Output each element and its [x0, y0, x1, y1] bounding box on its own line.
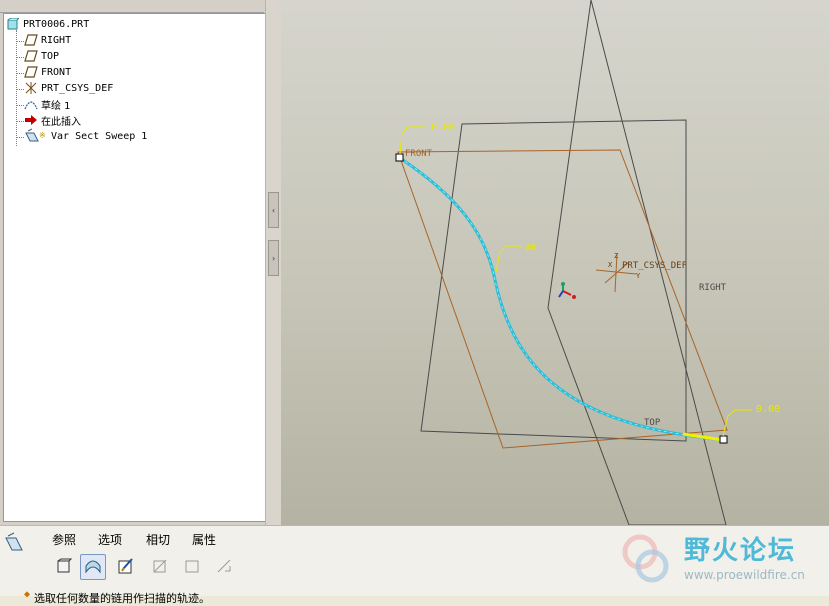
- datum-plane-icon: [24, 33, 38, 47]
- tree-item-var-sect-sweep[interactable]: ※ Var Sect Sweep 1: [24, 128, 147, 144]
- sketch-icon: [24, 97, 38, 111]
- thicken-button[interactable]: [180, 554, 204, 578]
- tree-item-label: 在此插入: [41, 116, 81, 128]
- tree-connector: [16, 89, 24, 90]
- csys-z-label: Z: [614, 252, 618, 260]
- tree-connector: [16, 137, 24, 138]
- csys-y-label: Y: [636, 272, 641, 280]
- mid-marker-label[interactable]: ##: [526, 243, 536, 252]
- tab-properties[interactable]: 属性: [192, 531, 216, 548]
- surface-button[interactable]: [80, 554, 106, 580]
- model-tree-panel: PRT0006.PRT RIGHT TOP FRONT PRT_CSYS_DEF: [0, 0, 268, 525]
- tree-item-label: TOP: [41, 50, 60, 62]
- model-tree: PRT0006.PRT RIGHT TOP FRONT PRT_CSYS_DEF: [3, 13, 266, 522]
- trajectory-start-point[interactable]: [395, 153, 404, 162]
- watermark-title: 野火论坛: [684, 536, 797, 566]
- datum-plane-icon: [24, 49, 38, 63]
- remove-material-button[interactable]: [148, 554, 172, 578]
- front-plane-label: FRONT: [405, 149, 433, 159]
- var-sect-sweep-dashboard-icon: [4, 532, 26, 554]
- svg-text:※: ※: [39, 131, 46, 140]
- datum-plane-icon: [24, 65, 38, 79]
- top-datum-plane[interactable]: [420, 119, 687, 442]
- var-sect-sweep-icon: ※: [24, 128, 48, 143]
- model-tree-header: [0, 0, 264, 13]
- tree-item-label: PRT0006.PRT: [23, 18, 90, 30]
- sketch-section-icon: [118, 558, 133, 574]
- chevron-right-icon: ›: [271, 253, 276, 263]
- tree-connector: [16, 41, 24, 42]
- coordinate-system-icon: [24, 81, 38, 95]
- status-message: 选取任何数量的链用作扫描的轨迹。: [34, 590, 210, 606]
- graphics-window[interactable]: FRONT RIGHT TOP X Z Y PRT_CSYS_DEF 0.00 …: [281, 0, 829, 525]
- tree-item-top[interactable]: TOP: [24, 48, 59, 64]
- tree-item-sketch[interactable]: 草绘 1: [24, 96, 71, 112]
- solid-button[interactable]: [52, 554, 76, 578]
- tab-references[interactable]: 参照: [52, 531, 76, 548]
- panel-splitter[interactable]: ‹ ›: [265, 0, 281, 525]
- watermark-url: www.proewildfire.cn: [684, 568, 805, 582]
- tree-connector: [16, 73, 24, 74]
- sweep-trajectory[interactable]: [399, 156, 724, 442]
- tree-item-part[interactable]: PRT0006.PRT: [6, 16, 89, 32]
- model-view[interactable]: FRONT RIGHT TOP X Z Y PRT_CSYS_DEF 0.00 …: [281, 0, 829, 525]
- tree-item-label: PRT_CSYS_DEF: [41, 82, 114, 94]
- tree-item-csys[interactable]: PRT_CSYS_DEF: [24, 80, 113, 96]
- thicken-icon: [185, 560, 199, 573]
- remove-material-icon: [153, 559, 167, 573]
- end-dimension-value[interactable]: 0.00: [756, 404, 780, 415]
- csys-x-label: X: [608, 261, 613, 269]
- right-plane-label: RIGHT: [699, 283, 727, 293]
- tree-item-right[interactable]: RIGHT: [24, 32, 71, 48]
- csys-glyph[interactable]: X Z Y: [595, 252, 641, 293]
- no-tool-icon: [217, 559, 231, 573]
- tab-options[interactable]: 选项: [98, 531, 122, 548]
- end-dimension-leader: [722, 409, 752, 437]
- tree-item-label: FRONT: [41, 66, 72, 78]
- csys-label: PRT_CSYS_DEF: [622, 261, 687, 271]
- tree-item-label: 草绘 1: [41, 100, 71, 112]
- part-icon: [6, 17, 20, 31]
- tree-item-front[interactable]: FRONT: [24, 64, 71, 80]
- tree-connector: [16, 57, 24, 58]
- insert-here-arrow-icon: [24, 113, 38, 127]
- expand-right-button[interactable]: ›: [268, 240, 279, 276]
- start-dimension-value[interactable]: 0.00: [431, 122, 455, 133]
- tree-item-label: RIGHT: [41, 34, 72, 46]
- status-text: 选取任何数量的链用作扫描的轨迹。: [34, 592, 210, 605]
- tree-connector: [16, 121, 24, 122]
- butterfly-logo-icon: [622, 534, 669, 583]
- surface-icon: [85, 560, 101, 574]
- spin-center-icon: [558, 282, 576, 299]
- tree-item-insert-here[interactable]: 在此插入: [24, 112, 81, 128]
- sketch-section-button[interactable]: [114, 554, 138, 578]
- disabled-tool-button[interactable]: [212, 554, 236, 578]
- solid-icon: [57, 558, 72, 573]
- collapse-left-button[interactable]: ‹: [268, 192, 279, 228]
- chevron-left-icon: ‹: [271, 205, 276, 215]
- mid-marker-leader: [495, 245, 522, 273]
- tab-tangency[interactable]: 相切: [146, 531, 170, 548]
- trajectory-end-point[interactable]: [719, 435, 728, 444]
- tree-connector: [16, 30, 17, 146]
- forum-watermark: 野火论坛 www.proewildfire.cn: [616, 528, 826, 590]
- tree-item-label: Var Sect Sweep 1: [51, 130, 148, 142]
- tree-connector: [16, 105, 24, 106]
